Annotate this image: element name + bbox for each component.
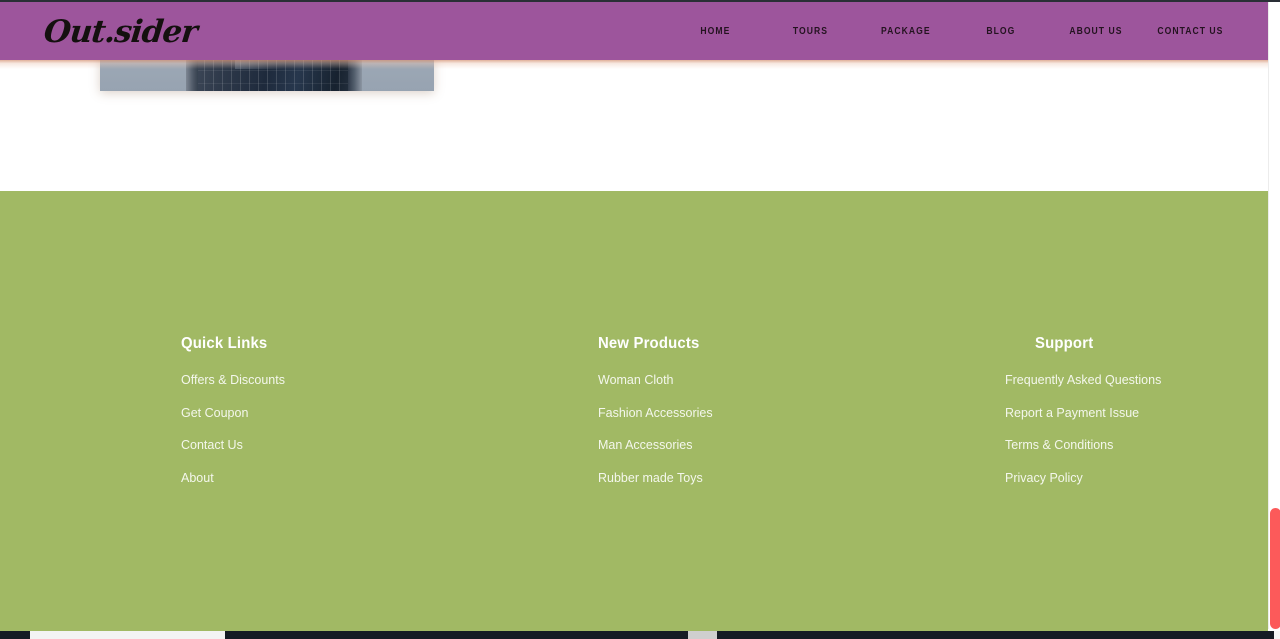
header-dropshadow [0,60,1268,69]
site-header: Out.sider HOME TOURS PACKAGE BLOG ABOUT … [0,2,1268,60]
footer-heading-new-products: New Products [598,335,700,352]
nav-link-contact-us[interactable]: CONTACT US [1157,26,1223,37]
nav-item-tours[interactable]: TOURS [763,26,858,37]
footer-heading-quick-links: Quick Links [181,335,268,352]
footer-link-get-coupon[interactable]: Get Coupon [181,405,285,421]
nav-item-package[interactable]: PACKAGE [858,26,953,37]
main-navigation: HOME TOURS PACKAGE BLOG ABOUT US CONTACT… [668,2,1238,60]
footer-link-woman-cloth[interactable]: Woman Cloth [598,372,713,388]
site-footer: Quick Links Offers & Discounts Get Coupo… [0,191,1268,639]
nav-link-tours[interactable]: TOURS [793,26,828,37]
nav-link-package[interactable]: PACKAGE [881,26,931,37]
footer-link-terms-conditions[interactable]: Terms & Conditions [1005,437,1161,453]
footer-column-support: Support Frequently Asked Questions Repor… [1005,335,1161,502]
footer-link-list-quick-links: Offers & Discounts Get Coupon Contact Us… [181,372,285,486]
footer-column-new-products: New Products Woman Cloth Fashion Accesso… [598,335,713,502]
site-logo[interactable]: Out.sider [42,12,199,52]
os-taskbar-right-edge [1274,631,1280,639]
nav-item-blog[interactable]: BLOG [953,26,1048,37]
browser-viewport: Out.sider HOME TOURS PACKAGE BLOG ABOUT … [0,0,1280,639]
footer-link-report-payment-issue[interactable]: Report a Payment Issue [1005,405,1161,421]
footer-column-quick-links: Quick Links Offers & Discounts Get Coupo… [181,335,285,502]
os-taskbar-window-segment [30,631,225,639]
nav-link-blog[interactable]: BLOG [986,26,1015,37]
footer-link-about[interactable]: About [181,470,285,486]
footer-link-fashion-accessories[interactable]: Fashion Accessories [598,405,713,421]
footer-link-contact-us[interactable]: Contact Us [181,437,285,453]
footer-link-list-new-products: Woman Cloth Fashion Accessories Man Acce… [598,372,713,486]
nav-link-home[interactable]: HOME [701,26,731,37]
footer-link-rubber-made-toys[interactable]: Rubber made Toys [598,470,713,486]
nav-item-about-us[interactable]: ABOUT US [1048,26,1143,37]
nav-link-about-us[interactable]: ABOUT US [1069,26,1122,37]
vertical-scrollbar-track[interactable] [1268,0,1280,629]
vertical-scrollbar-thumb[interactable] [1270,508,1280,629]
nav-item-home[interactable]: HOME [668,26,763,37]
nav-item-contact-us[interactable]: CONTACT US [1143,26,1238,37]
footer-heading-support: Support [1035,335,1094,352]
os-taskbar-window-segment-2 [688,631,717,639]
footer-link-list-support: Frequently Asked Questions Report a Paym… [1005,372,1161,486]
page-content: Out.sider HOME TOURS PACKAGE BLOG ABOUT … [0,0,1268,639]
footer-link-faq[interactable]: Frequently Asked Questions [1005,372,1161,388]
footer-link-man-accessories[interactable]: Man Accessories [598,437,713,453]
window-chrome-edge [0,0,1280,2]
footer-link-offers-discounts[interactable]: Offers & Discounts [181,372,285,388]
footer-link-privacy-policy[interactable]: Privacy Policy [1005,470,1161,486]
footer-columns: Quick Links Offers & Discounts Get Coupo… [0,335,1268,555]
